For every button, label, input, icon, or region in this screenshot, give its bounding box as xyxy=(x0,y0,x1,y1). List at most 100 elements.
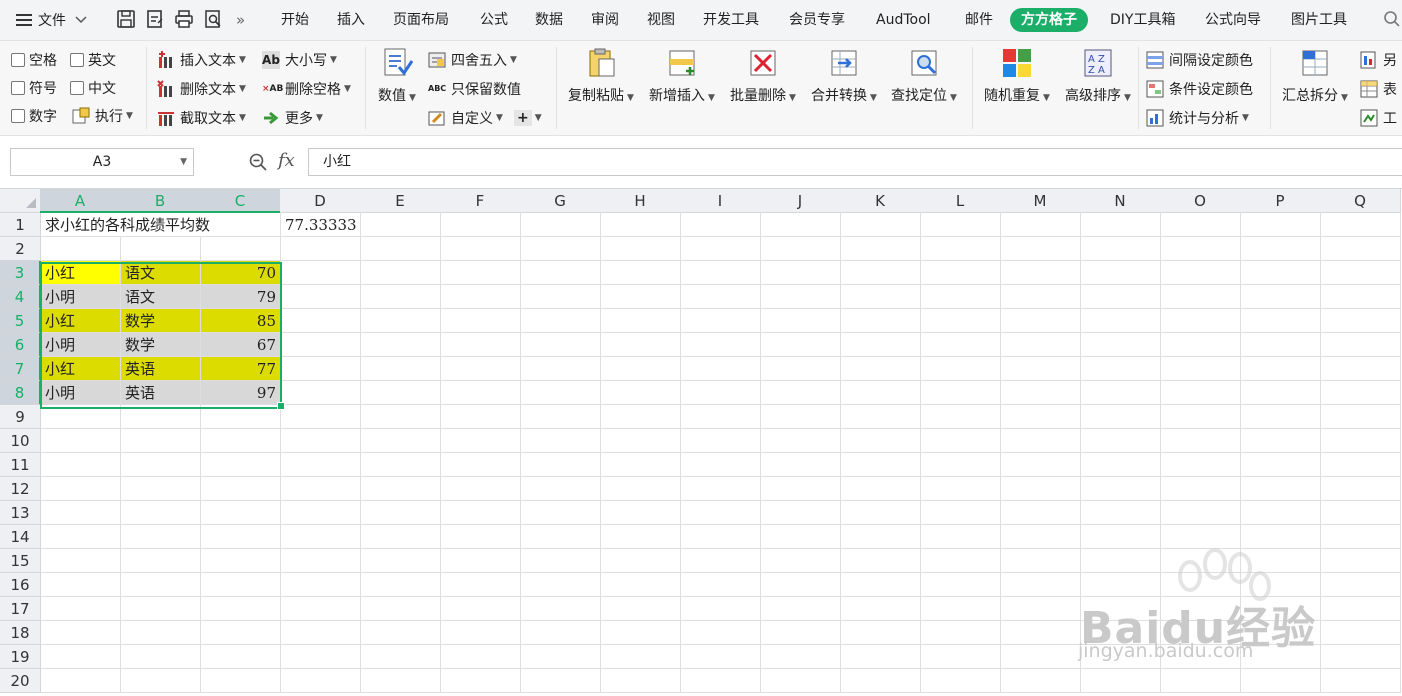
cell-c18[interactable] xyxy=(201,621,281,645)
cell-g3[interactable] xyxy=(521,261,601,285)
find-locate-button[interactable]: 查找定位 ▼ xyxy=(888,47,960,105)
cell-p2[interactable] xyxy=(1241,237,1321,261)
cell-a4[interactable]: 小明 xyxy=(41,285,121,309)
cell-a18[interactable] xyxy=(41,621,121,645)
cell-g6[interactable] xyxy=(521,333,601,357)
other-button[interactable]: 另 xyxy=(1360,49,1397,71)
cell-k15[interactable] xyxy=(841,549,921,573)
cell-l16[interactable] xyxy=(921,573,1001,597)
cell-d2[interactable] xyxy=(281,237,361,261)
cell-a12[interactable] xyxy=(41,477,121,501)
cell-f17[interactable] xyxy=(441,597,521,621)
cell-b17[interactable] xyxy=(121,597,201,621)
cell-h15[interactable] xyxy=(601,549,681,573)
case-button[interactable]: Ab 大小写 ▼ xyxy=(262,49,337,71)
cell-m5[interactable] xyxy=(1001,309,1081,333)
cell-b11[interactable] xyxy=(121,453,201,477)
cell-q20[interactable] xyxy=(1321,669,1401,693)
cell-o11[interactable] xyxy=(1161,453,1241,477)
cell-f6[interactable] xyxy=(441,333,521,357)
cell-c2[interactable] xyxy=(201,237,281,261)
conditional-color-button[interactable]: 条件设定颜色 xyxy=(1146,78,1253,100)
random-repeat-button[interactable]: 随机重复 ▼ xyxy=(981,47,1053,105)
cell-p12[interactable] xyxy=(1241,477,1321,501)
cell-a19[interactable] xyxy=(41,645,121,669)
cell-n11[interactable] xyxy=(1081,453,1161,477)
advanced-sort-button[interactable]: A ZZ A 高级排序 ▼ xyxy=(1062,47,1134,105)
cell-h4[interactable] xyxy=(601,285,681,309)
cell-m17[interactable] xyxy=(1001,597,1081,621)
cell-h14[interactable] xyxy=(601,525,681,549)
cell-n8[interactable] xyxy=(1081,381,1161,405)
name-box[interactable]: A3 ▼ xyxy=(10,148,194,176)
cell-g13[interactable] xyxy=(521,501,601,525)
cell-o5[interactable] xyxy=(1161,309,1241,333)
cell-o8[interactable] xyxy=(1161,381,1241,405)
cell-i5[interactable] xyxy=(681,309,761,333)
cell-o1[interactable] xyxy=(1161,213,1241,237)
cell-i7[interactable] xyxy=(681,357,761,381)
column-header-d[interactable]: D xyxy=(280,189,361,213)
cell-f8[interactable] xyxy=(441,381,521,405)
cell-j9[interactable] xyxy=(761,405,841,429)
tab-home[interactable]: 开始 xyxy=(281,9,309,31)
cell-o9[interactable] xyxy=(1161,405,1241,429)
column-header-g[interactable]: G xyxy=(520,189,601,213)
cell-f2[interactable] xyxy=(441,237,521,261)
cell-d10[interactable] xyxy=(281,429,361,453)
cell-i20[interactable] xyxy=(681,669,761,693)
cell-j10[interactable] xyxy=(761,429,841,453)
search-icon[interactable] xyxy=(1383,10,1401,28)
cell-g19[interactable] xyxy=(521,645,601,669)
checkbox-space[interactable]: 空格 xyxy=(11,50,57,70)
cell-c9[interactable] xyxy=(201,405,281,429)
tab-fangfang-gezi[interactable]: 方方格子 xyxy=(1010,8,1088,32)
more-quick-access-icon[interactable]: » xyxy=(236,9,245,31)
cell-q4[interactable] xyxy=(1321,285,1401,309)
cell-f5[interactable] xyxy=(441,309,521,333)
cell-e20[interactable] xyxy=(361,669,441,693)
row-header-18[interactable]: 18 xyxy=(0,621,41,645)
cell-l5[interactable] xyxy=(921,309,1001,333)
cell-q8[interactable] xyxy=(1321,381,1401,405)
cell-i16[interactable] xyxy=(681,573,761,597)
cell-a3[interactable]: 小红 xyxy=(41,261,121,285)
cell-d17[interactable] xyxy=(281,597,361,621)
cell-i4[interactable] xyxy=(681,285,761,309)
cell-i2[interactable] xyxy=(681,237,761,261)
cell-b14[interactable] xyxy=(121,525,201,549)
cell-n9[interactable] xyxy=(1081,405,1161,429)
cell-l6[interactable] xyxy=(921,333,1001,357)
cell-e15[interactable] xyxy=(361,549,441,573)
cell-a5[interactable]: 小红 xyxy=(41,309,121,333)
cell-b18[interactable] xyxy=(121,621,201,645)
cell-o6[interactable] xyxy=(1161,333,1241,357)
summary-split-button[interactable]: 汇总拆分 ▼ xyxy=(1280,47,1350,105)
chevron-down-icon[interactable]: ▼ xyxy=(180,149,187,175)
formula-input[interactable]: 小红 xyxy=(308,148,1402,176)
cell-i1[interactable] xyxy=(681,213,761,237)
tab-audtool[interactable]: AudTool xyxy=(876,9,931,31)
cell-g10[interactable] xyxy=(521,429,601,453)
row-header-11[interactable]: 11 xyxy=(0,453,41,477)
cell-j3[interactable] xyxy=(761,261,841,285)
delete-space-button[interactable]: ×AB 删除空格 ▼ xyxy=(262,78,351,100)
cell-g17[interactable] xyxy=(521,597,601,621)
interval-color-button[interactable]: 间隔设定颜色 xyxy=(1146,49,1253,71)
cell-k12[interactable] xyxy=(841,477,921,501)
cell-d20[interactable] xyxy=(281,669,361,693)
file-menu[interactable]: 文件 xyxy=(16,9,88,31)
cell-f1[interactable] xyxy=(441,213,521,237)
column-header-o[interactable]: O xyxy=(1160,189,1241,213)
column-header-n[interactable]: N xyxy=(1080,189,1161,213)
cell-i15[interactable] xyxy=(681,549,761,573)
cell-q2[interactable] xyxy=(1321,237,1401,261)
cell-h11[interactable] xyxy=(601,453,681,477)
cell-p15[interactable] xyxy=(1241,549,1321,573)
cell-j15[interactable] xyxy=(761,549,841,573)
cell-j19[interactable] xyxy=(761,645,841,669)
cell-m10[interactable] xyxy=(1001,429,1081,453)
cell-d9[interactable] xyxy=(281,405,361,429)
cell-d6[interactable] xyxy=(281,333,361,357)
cell-p13[interactable] xyxy=(1241,501,1321,525)
